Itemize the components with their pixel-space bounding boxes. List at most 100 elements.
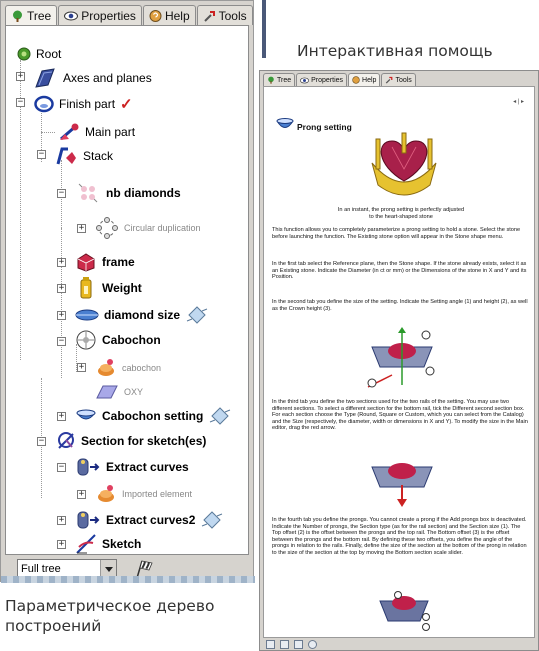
tab-tools[interactable]: Tools <box>196 5 253 25</box>
expand-toggle[interactable]: + <box>57 311 66 320</box>
section-icon <box>58 432 74 449</box>
help-paragraph-5: In the fourth tab you define the prongs.… <box>272 517 527 556</box>
tab-tree[interactable]: Tree <box>263 73 296 86</box>
extract-curves-icon <box>77 458 100 476</box>
tree-node-oxy[interactable]: OXY <box>95 380 143 404</box>
tab-help[interactable]: Help <box>142 5 196 25</box>
stack-icon <box>56 147 76 165</box>
weight-icon <box>80 277 92 299</box>
tree-node-finish-part[interactable]: Finish part ✓ <box>34 92 133 116</box>
tree-node-frame[interactable]: frame <box>75 250 135 274</box>
help-content[interactable]: ◂ | ▸ Prong setting In an instant, the p… <box>263 86 535 638</box>
tree-node-label: Section for sketch(es) <box>81 434 207 448</box>
illustration-caption-2: to the heart-shaped stone <box>369 214 433 220</box>
prongs-illustration <box>379 591 430 631</box>
search-button[interactable] <box>294 639 303 649</box>
expand-toggle[interactable]: + <box>77 224 86 233</box>
tree-icon <box>268 76 274 84</box>
tree-node-circular-duplication[interactable]: Circular duplication <box>95 216 201 240</box>
collapse-toggle[interactable]: − <box>16 98 25 107</box>
help-paragraph-1: This function allows you to completely p… <box>272 227 521 240</box>
tools-icon <box>386 76 393 84</box>
tree-node-root[interactable]: Root <box>17 42 61 66</box>
tree-node-label: Stack <box>83 149 114 163</box>
frame-icon <box>77 253 95 272</box>
help-tab-bar: Tree Properties Help Tools <box>263 73 417 86</box>
tree-node-label: Main part <box>85 125 136 139</box>
help-paragraph-2: In the first tab select the Reference pl… <box>272 261 527 281</box>
expand-toggle[interactable]: + <box>77 490 86 499</box>
page-split-button[interactable] <box>280 639 289 649</box>
main-part-icon <box>60 123 79 141</box>
tab-label: Help <box>362 76 377 84</box>
help-window: Tree Properties Help Tools ◂ | ▸ Prong s… <box>259 70 539 651</box>
curves-badge-icon <box>202 511 223 529</box>
expand-toggle[interactable]: + <box>57 412 66 421</box>
tab-label: Tools <box>395 76 412 84</box>
tree-node-label: Extract curves <box>106 460 189 474</box>
tab-properties[interactable]: Properties <box>58 5 142 25</box>
setting-angle-illustration <box>367 327 435 388</box>
tree-node-nb-diamonds[interactable]: nb diamonds <box>75 181 181 205</box>
collapse-toggle[interactable]: − <box>57 337 66 346</box>
tree-node-label: Cabochon setting <box>102 409 204 423</box>
tree-node-main-part[interactable]: Main part <box>58 120 135 144</box>
eye-icon <box>64 11 79 20</box>
tree-node-cabochon-child[interactable]: cabochon <box>95 356 161 380</box>
help-icon <box>352 76 360 84</box>
tree-node-label: cabochon <box>122 363 162 373</box>
tree-node-label: OXY <box>124 387 144 397</box>
plane-icon <box>96 385 118 399</box>
tab-bar: Tree Properties Help Tools <box>5 5 254 25</box>
expand-toggle[interactable]: + <box>57 516 66 525</box>
tree-node-extract-curves2[interactable]: Extract curves2 <box>75 508 224 532</box>
tree-icon <box>13 10 22 22</box>
page-view-button[interactable] <box>266 639 275 649</box>
prong-setting-illustration <box>371 132 437 196</box>
collapse-toggle[interactable]: − <box>37 437 46 446</box>
tab-properties[interactable]: Properties <box>296 73 348 86</box>
tab-tree[interactable]: Tree <box>5 5 58 25</box>
tree-node-extract-curves[interactable]: Extract curves <box>75 455 189 479</box>
parametric-tree[interactable]: Root + Axes and planes − Finish part ✓ M… <box>5 25 249 555</box>
tree-node-stack[interactable]: Stack <box>56 144 113 168</box>
sketch-icon <box>76 534 96 554</box>
help-nav[interactable]: ◂ | ▸ <box>513 99 524 106</box>
tree-node-cabochon[interactable]: Cabochon <box>75 328 161 352</box>
checkmark-icon: ✓ <box>120 96 133 113</box>
tab-label: Help <box>164 8 190 23</box>
tree-node-cabochon-setting[interactable]: Cabochon setting <box>75 404 232 428</box>
collapse-toggle[interactable]: − <box>57 463 66 472</box>
caption-parametric-tree: Параметрическое дерево построений <box>5 597 215 635</box>
collapse-toggle[interactable]: − <box>37 150 46 159</box>
setting-badge-icon <box>210 407 231 425</box>
tree-node-label: Axes and planes <box>63 71 152 85</box>
prong-setting-icon <box>276 118 294 128</box>
info-button[interactable] <box>308 639 317 649</box>
cabochon-setting-icon <box>76 409 96 420</box>
tree-node-sketch[interactable]: Sketch <box>75 532 142 554</box>
tree-node-imported-element[interactable]: Imported element <box>95 482 192 506</box>
expand-toggle[interactable]: + <box>57 258 66 267</box>
expand-toggle[interactable]: + <box>57 284 66 293</box>
caption-interactive-help: Интерактивная помощь <box>297 42 493 60</box>
tab-tools[interactable]: Tools <box>381 73 416 86</box>
tree-node-axes-and-planes[interactable]: Axes and planes <box>34 66 152 90</box>
tab-help[interactable]: Help <box>348 73 381 86</box>
rail-section-illustration <box>371 463 433 507</box>
planes-icon <box>35 68 55 88</box>
finish-part-icon <box>34 95 54 113</box>
help-icon <box>149 9 162 22</box>
expand-toggle[interactable]: + <box>16 72 25 81</box>
tree-node-label: Weight <box>102 281 142 295</box>
expand-toggle[interactable]: + <box>77 363 86 372</box>
collapse-toggle[interactable]: − <box>57 189 66 198</box>
tree-node-diamond-size[interactable]: diamond size <box>75 303 209 327</box>
tree-node-weight[interactable]: Weight <box>75 276 142 300</box>
expand-toggle[interactable]: + <box>57 540 66 549</box>
tree-node-section-for-sketch[interactable]: Section for sketch(es) <box>56 429 206 453</box>
diamond-size-icon <box>75 309 99 321</box>
tree-node-label: Finish part <box>59 97 116 111</box>
imported-element-icon <box>98 485 114 502</box>
tree-node-label: Sketch <box>102 537 142 551</box>
